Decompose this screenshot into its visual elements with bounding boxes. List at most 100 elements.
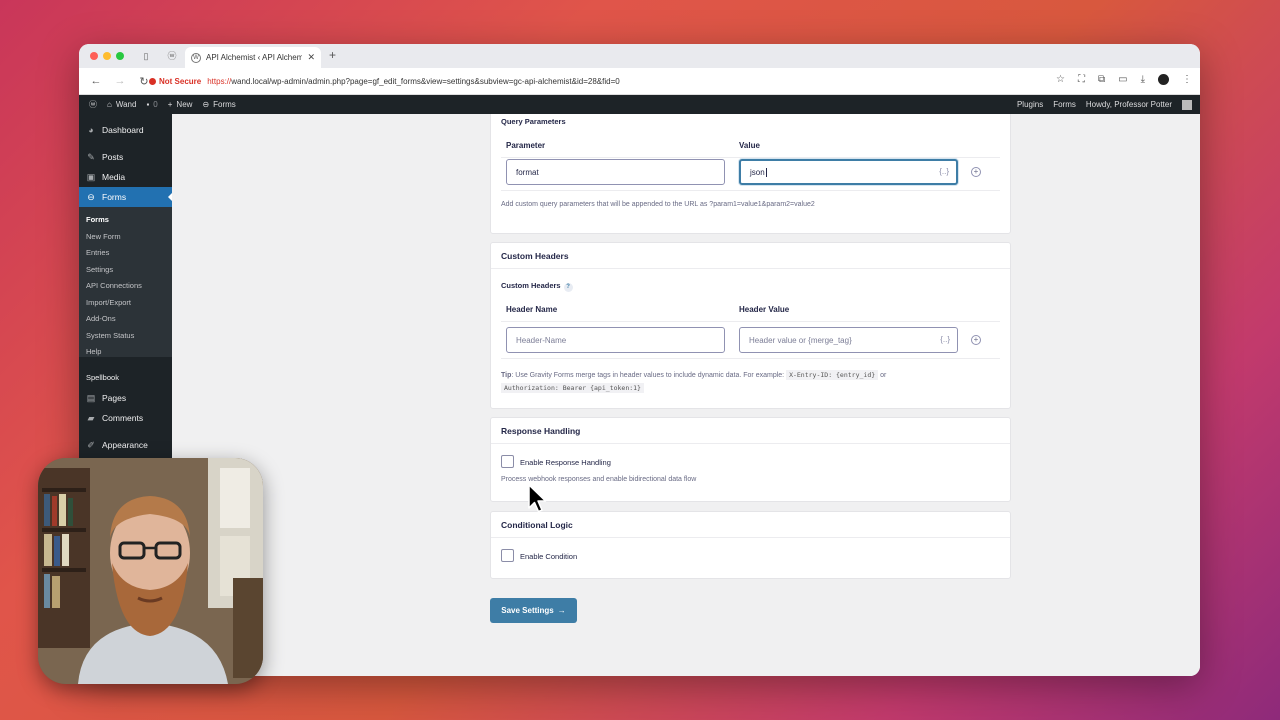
wp-admin-bar: ⓦ ⌂ Wand ▪ 0 + New ⊖ Forms Plugins Forms How… xyxy=(79,95,1200,114)
cast-icon[interactable]: ▭ xyxy=(1118,74,1127,85)
response-handling-panel: Response Handling Enable Response Handli… xyxy=(490,417,1011,502)
submenu-entries[interactable]: Entries xyxy=(86,248,109,257)
comments-link[interactable]: ▪ 0 xyxy=(146,100,157,109)
text-caret xyxy=(765,167,767,177)
enable-response-handling-checkbox[interactable] xyxy=(501,455,514,468)
help-icon[interactable]: ? xyxy=(563,283,573,292)
submenu-forms[interactable]: Forms xyxy=(86,215,109,224)
sidebar-item-dashboard[interactable]: ◕ Dashboard xyxy=(79,120,172,140)
submenu-add-ons[interactable]: Add-Ons xyxy=(86,314,116,323)
forward-icon[interactable]: → xyxy=(113,75,127,87)
comment-icon: ▪ xyxy=(146,100,150,109)
pages-icon: ▤ xyxy=(86,392,96,403)
site-name-link[interactable]: ⌂ Wand xyxy=(107,100,136,109)
custom-headers-label-text: Custom Headers xyxy=(501,281,561,290)
main-content: Query Parameters Parameter Value format … xyxy=(172,114,1200,676)
sidebar-item-media[interactable]: ▣ Media xyxy=(79,167,172,187)
header-value-input[interactable]: Header value or {merge_tag} {..} xyxy=(739,327,958,353)
row-divider xyxy=(501,358,1000,359)
add-parameter-icon[interactable]: + xyxy=(971,167,981,177)
not-secure-badge[interactable]: Not Secure xyxy=(149,77,201,86)
parameter-value-text: json xyxy=(750,167,765,177)
maximize-window-button[interactable] xyxy=(116,52,124,60)
add-header-icon[interactable]: + xyxy=(971,335,981,345)
enable-response-handling-label[interactable]: Enable Response Handling xyxy=(520,458,611,467)
query-parameters-panel: Query Parameters Parameter Value format … xyxy=(490,114,1011,234)
header-divider xyxy=(501,157,1000,158)
close-window-button[interactable] xyxy=(90,52,98,60)
comment-icon: ▰ xyxy=(87,412,95,423)
plugins-link[interactable]: Plugins xyxy=(1017,100,1043,109)
arrow-right-icon: → xyxy=(557,606,566,615)
enable-condition-checkbox[interactable] xyxy=(501,549,514,562)
wordpress-tab-icon[interactable]: ⓦ xyxy=(163,48,181,64)
sidebar-item-pages[interactable]: ▤ Pages xyxy=(79,388,172,408)
sidebar-item-appearance[interactable]: ✐ Appearance xyxy=(79,435,172,455)
tip-text: : Use Gravity Forms merge tags in header… xyxy=(511,372,787,379)
sidebar-item-label: Media xyxy=(102,172,126,182)
custom-headers-tip: Tip: Use Gravity Forms merge tags in hea… xyxy=(501,369,1001,395)
submenu-system-status[interactable]: System Status xyxy=(86,331,134,340)
back-icon[interactable]: ← xyxy=(89,75,103,87)
custom-headers-title: Custom Headers xyxy=(491,243,1010,269)
dashboard-icon: ◕ xyxy=(88,125,94,135)
tab-api-alchemist[interactable]: W API Alchemist ‹ API Alchemist ✕ xyxy=(185,47,321,68)
enable-condition-label[interactable]: Enable Condition xyxy=(520,552,577,561)
url-field[interactable]: Not Secure https://wand.local/wp-admin/a… xyxy=(149,71,989,91)
parameter-value-input[interactable]: json {..} xyxy=(739,159,958,185)
screenshot-icon[interactable]: ⛶ xyxy=(1078,74,1085,85)
response-handling-help: Process webhook responses and enable bid… xyxy=(501,476,697,483)
minimize-window-button[interactable] xyxy=(103,52,111,60)
custom-headers-panel: Custom Headers Custom Headers? Header Na… xyxy=(490,242,1011,409)
profile-avatar-icon[interactable] xyxy=(1158,74,1169,85)
extensions-icon[interactable]: ⧉ xyxy=(1098,74,1105,85)
merge-tag-icon[interactable]: {..} xyxy=(939,167,949,176)
sidebar-item-label: Forms xyxy=(102,192,127,202)
forms-icon: ⊖ xyxy=(202,100,210,109)
conditional-logic-title: Conditional Logic xyxy=(491,512,1010,538)
admin-bar-right: Plugins Forms Howdy, Professor Potter xyxy=(1017,95,1192,114)
header-name-column-header: Header Name xyxy=(506,305,558,314)
sidebar-toggle-icon[interactable]: ▯ xyxy=(137,48,155,64)
url-text: https://wand.local/wp-admin/admin.php?pa… xyxy=(207,77,619,86)
parameter-name-input[interactable]: format xyxy=(506,159,725,185)
sidebar-item-label: Dashboard xyxy=(102,125,144,135)
url-scheme: https:// xyxy=(207,76,232,86)
tip-code-entry-id: X-Entry-ID: {entry_id} xyxy=(786,370,879,380)
address-bar: ← → ↻ Not Secure https://wand.local/wp-a… xyxy=(79,68,1200,95)
submenu-settings[interactable]: Settings xyxy=(86,265,113,274)
sidebar-item-comments[interactable]: ▰ Comments xyxy=(79,408,172,428)
submenu-new-form[interactable]: New Form xyxy=(86,232,121,241)
wordpress-favicon-icon: W xyxy=(191,52,201,63)
forms-label: Forms xyxy=(213,100,236,109)
menu-icon[interactable]: ⋮ xyxy=(1182,74,1192,85)
user-avatar[interactable] xyxy=(1182,99,1192,110)
header-name-input[interactable]: Header-Name xyxy=(506,327,725,353)
comments-count: 0 xyxy=(153,100,158,109)
howdy-link[interactable]: Howdy, Professor Potter xyxy=(1086,100,1172,109)
submenu-help[interactable]: Help xyxy=(86,347,101,356)
sidebar-item-posts[interactable]: ✎ Posts xyxy=(79,147,172,167)
close-tab-icon[interactable]: ✕ xyxy=(307,52,315,63)
new-content-link[interactable]: + New xyxy=(168,100,193,109)
response-handling-title: Response Handling xyxy=(491,418,1010,444)
sidebar-item-spellbook[interactable]: Spellbook xyxy=(79,367,172,387)
mouse-cursor-icon xyxy=(528,484,547,513)
tip-label: Tip xyxy=(501,372,512,379)
forms-right-link[interactable]: Forms xyxy=(1053,100,1076,109)
submenu-api-connections[interactable]: API Connections xyxy=(86,281,142,290)
bookmark-star-icon[interactable]: ☆ xyxy=(1056,74,1065,85)
submenu-import-export[interactable]: Import/Export xyxy=(86,298,131,307)
wordpress-logo-icon[interactable]: ⓦ xyxy=(89,99,97,110)
tip-or: or xyxy=(878,372,887,379)
merge-tag-icon[interactable]: {..} xyxy=(940,335,950,344)
query-parameters-help: Add custom query parameters that will be… xyxy=(501,201,815,208)
custom-headers-label: Custom Headers? xyxy=(501,281,573,292)
save-settings-button[interactable]: Save Settings → xyxy=(490,598,577,623)
download-icon[interactable]: ⤓ xyxy=(1141,74,1145,85)
sidebar-item-label: Comments xyxy=(102,413,144,423)
forms-link[interactable]: ⊖ Forms xyxy=(202,100,235,109)
header-value-column-header: Header Value xyxy=(739,305,790,314)
sidebar-item-forms[interactable]: ⊖ Forms xyxy=(79,187,173,207)
new-tab-icon[interactable]: + xyxy=(329,48,336,62)
